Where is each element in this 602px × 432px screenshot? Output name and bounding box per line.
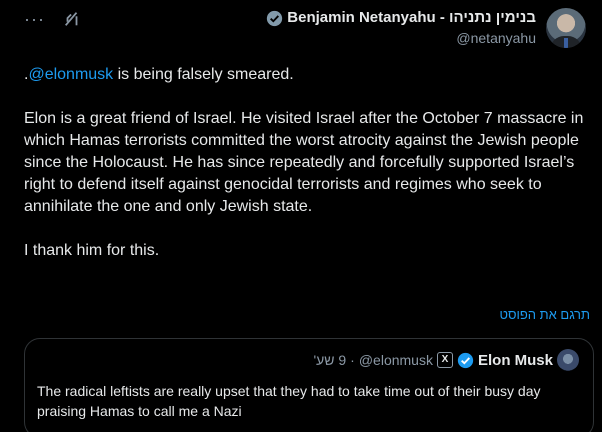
quote-handle: @elonmusk <box>358 352 433 368</box>
verified-icon <box>457 352 474 368</box>
author-name-row[interactable]: Benjamin Netanyahu - בנימין נתניהו <box>266 8 536 28</box>
more-icon[interactable]: ··· <box>24 10 45 28</box>
author-info: Benjamin Netanyahu - בנימין נתניהו @neta… <box>266 8 536 46</box>
post-body: .@elonmusk is being falsely smeared. Elo… <box>24 64 584 284</box>
post-line-1: .@elonmusk is being falsely smeared. <box>24 64 584 86</box>
post-page: ··· Benjamin Netanyahu - בנימין נתניהו @… <box>0 0 602 432</box>
post-header: Benjamin Netanyahu - בנימין נתניהו @neta… <box>266 8 586 48</box>
quote-avatar <box>557 349 579 371</box>
quote-separator: · <box>350 352 355 368</box>
avatar-tie <box>564 38 568 48</box>
quote-text: The radical leftists are really upset th… <box>37 383 541 419</box>
top-actions: ··· <box>24 10 81 28</box>
x-affiliate-badge: X <box>436 352 453 368</box>
author-name[interactable]: Benjamin Netanyahu - בנימין נתניהו <box>287 8 536 28</box>
quoted-post[interactable]: 9 שע' · @elonmusk X Elon Musk The radica… <box>24 338 594 432</box>
quote-author-name: Elon Musk <box>477 351 553 369</box>
translate-post-link[interactable]: תרגם את הפוסט <box>499 307 590 322</box>
post-paragraph-3: I thank him for this. <box>24 242 160 259</box>
quote-time[interactable]: 9 שע' <box>313 352 346 368</box>
post-line-1-rest: is being falsely smeared. <box>113 66 294 83</box>
verified-icon <box>267 10 283 26</box>
grok-icon[interactable] <box>63 10 81 28</box>
post-paragraph-2: Elon is a great friend of Israel. He vis… <box>24 110 584 215</box>
author-avatar[interactable] <box>546 8 586 48</box>
author-handle[interactable]: @netanyahu <box>456 30 536 46</box>
mention-link[interactable]: @elonmusk <box>28 66 113 83</box>
quote-header: 9 שע' · @elonmusk X Elon Musk <box>313 349 579 371</box>
